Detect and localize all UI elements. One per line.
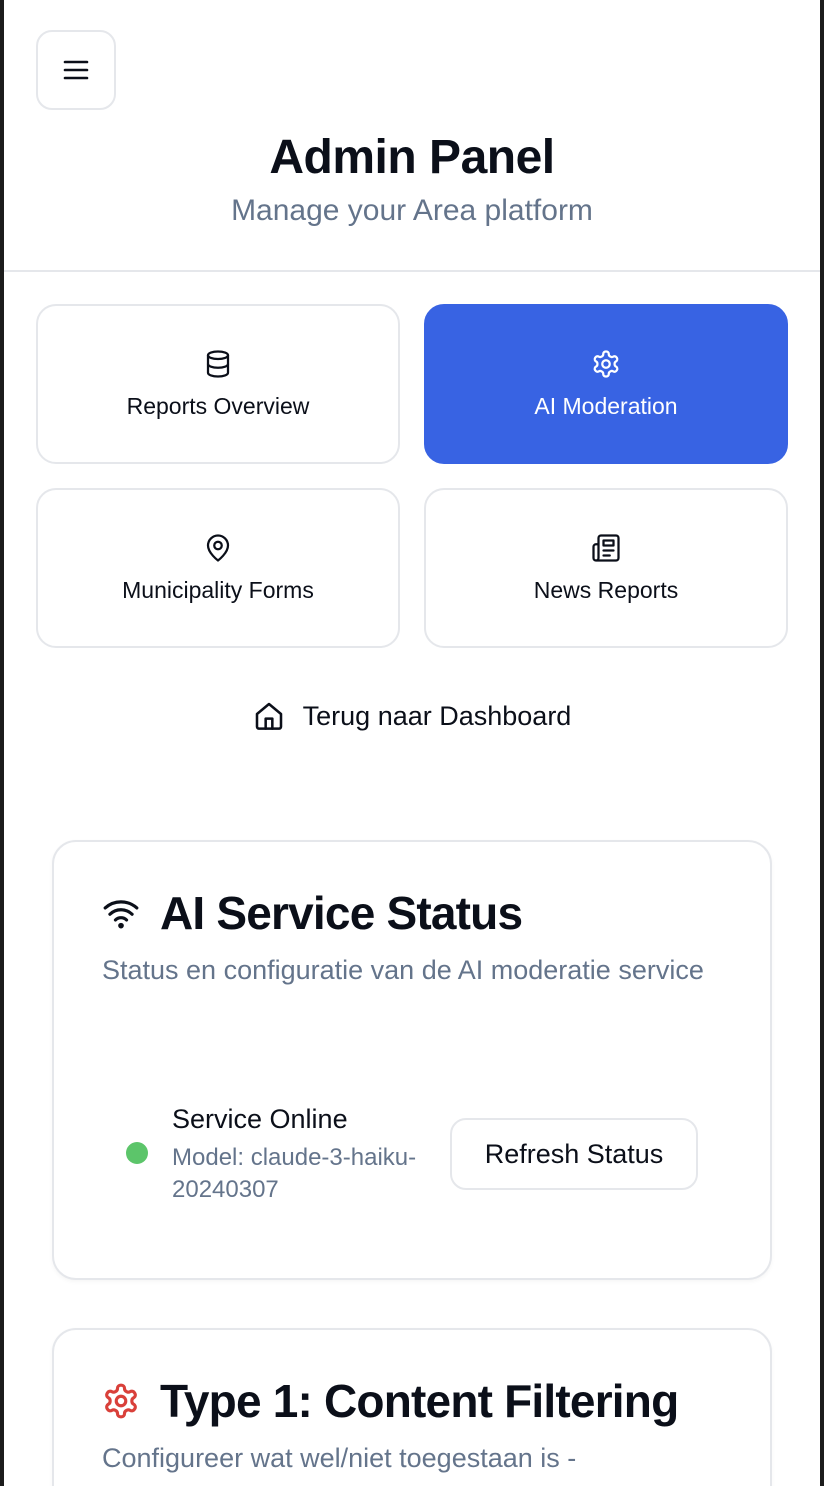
back-to-dashboard-link[interactable]: Terug naar Dashboard (4, 700, 820, 732)
nav-label: AI Moderation (534, 392, 678, 419)
nav-news-reports[interactable]: News Reports (424, 488, 788, 648)
newspaper-icon (592, 533, 620, 562)
hamburger-menu-icon (63, 60, 89, 80)
database-icon (206, 349, 230, 378)
nav-ai-moderation[interactable]: AI Moderation (424, 304, 788, 464)
content-filtering-card: Type 1: Content Filtering Configureer wa… (52, 1328, 772, 1486)
home-icon (255, 702, 282, 730)
card-description: Configureer wat wel/niet toegestaan is - (102, 1443, 577, 1473)
service-status-card: AI Service Status Status en configuratie… (52, 840, 772, 1280)
refresh-status-button[interactable]: Refresh Status (450, 1118, 698, 1190)
page-title: Admin Panel (269, 131, 555, 184)
status-indicator (126, 1142, 148, 1164)
card-title: AI Service Status (160, 887, 523, 939)
menu-button[interactable] (36, 30, 116, 110)
card-description: Status en configuratie van de AI moderat… (102, 955, 704, 985)
nav-label: Municipality Forms (122, 576, 314, 603)
back-link-label: Terug naar Dashboard (302, 700, 572, 731)
card-header: Type 1: Content Filtering (102, 1374, 679, 1428)
app-frame: Admin Panel Manage your Area platform Re… (0, 0, 824, 1486)
gear-icon (593, 349, 619, 378)
nav-municipality-forms[interactable]: Municipality Forms (36, 488, 400, 648)
page-header: Admin Panel Manage your Area platform (4, 0, 820, 272)
model-info: Model: claude-3-haiku-20240307 (172, 1144, 417, 1203)
status-label: Service Online (172, 1104, 348, 1134)
nav-label: Reports Overview (126, 392, 310, 419)
wifi-icon (103, 900, 139, 929)
card-title: Type 1: Content Filtering (160, 1375, 679, 1427)
page-subtitle: Manage your Area platform (231, 194, 593, 227)
gear-icon (105, 1383, 137, 1419)
nav-label: News Reports (533, 576, 679, 603)
nav-reports-overview[interactable]: Reports Overview (36, 304, 400, 464)
card-header: AI Service Status (102, 886, 523, 940)
map-pin-icon (206, 533, 230, 562)
